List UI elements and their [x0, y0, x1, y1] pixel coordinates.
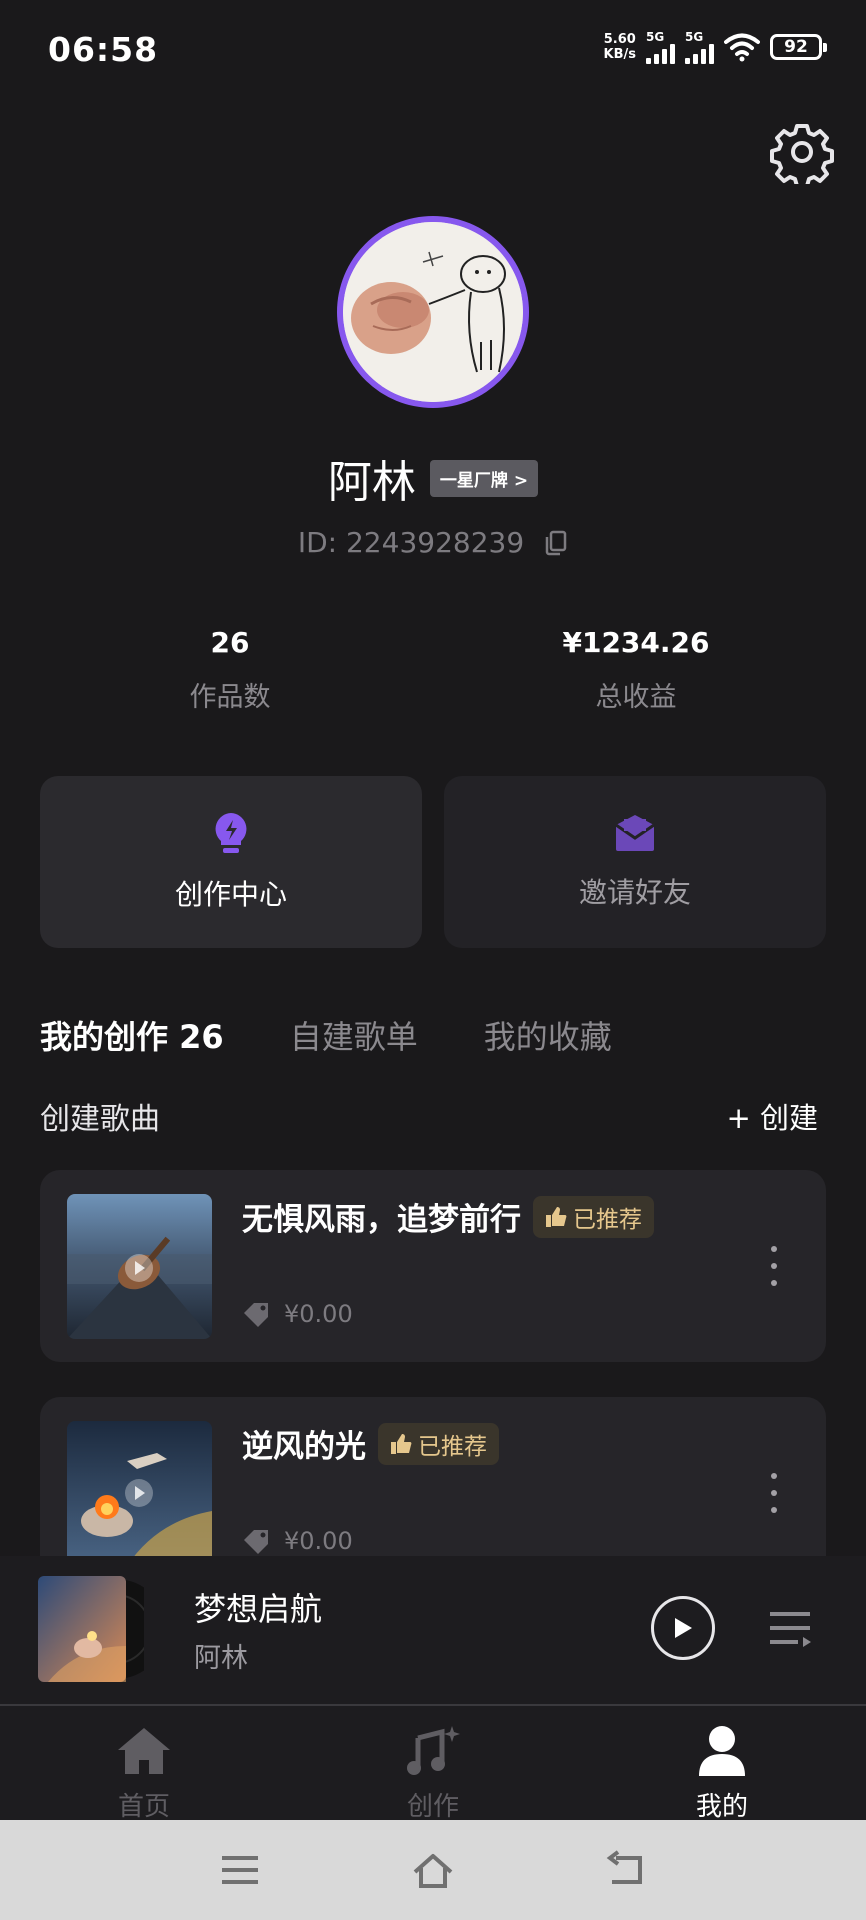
nav-profile[interactable]: 我的: [642, 1724, 802, 1823]
song-card[interactable]: 无惧风雨，追梦前行 已推荐 ¥0.00: [40, 1170, 826, 1362]
stat-works-label: 作品数: [189, 682, 271, 713]
song-title: 无惧风雨，追梦前行: [242, 1202, 521, 1238]
system-nav-bar: [0, 1820, 866, 1920]
create-song-button[interactable]: + 创建: [726, 1095, 826, 1137]
creation-center-label: 创作中心: [174, 878, 287, 911]
home-icon: [118, 1728, 170, 1774]
price-row: ¥0.00: [242, 1300, 353, 1328]
song-price: ¥0.00: [284, 1300, 353, 1328]
profile-icon: [699, 1726, 745, 1776]
mini-player[interactable]: 梦想启航 阿林: [0, 1556, 866, 1704]
battery-icon: 92: [770, 34, 827, 60]
thumbs-up-icon: [391, 1433, 412, 1454]
content-tabs: 我的创作 26 自建歌单 我的收藏: [40, 1012, 612, 1058]
username: 阿林: [327, 457, 416, 508]
nav-home[interactable]: 首页: [64, 1724, 224, 1823]
price-tag-icon: [244, 1530, 268, 1554]
stat-earnings-value: ¥1234.26: [562, 626, 710, 659]
player-song-title: 梦想启航: [194, 1590, 323, 1628]
playlist-icon[interactable]: [768, 1608, 812, 1648]
section-header: 创建歌曲 + 创建: [40, 1094, 826, 1138]
play-icon: [675, 1618, 692, 1638]
signal-1-icon: 5G: [646, 30, 675, 64]
recommended-badge: 已推荐: [533, 1195, 654, 1238]
bottom-nav: 首页 创作 我的: [0, 1706, 866, 1823]
user-id-row: ID: 2243928239: [0, 526, 866, 559]
stat-works[interactable]: 26 作品数: [80, 626, 380, 714]
tab-custom-playlists[interactable]: 自建歌单: [290, 1012, 418, 1058]
stat-works-value: 26: [210, 626, 250, 659]
price-tag-icon: [244, 1303, 268, 1327]
settings-gear-icon[interactable]: [770, 120, 834, 184]
music-create-icon: [407, 1726, 460, 1775]
lightbulb-icon: [215, 813, 247, 853]
song-cover: [67, 1421, 212, 1566]
song-title: 逆风的光: [242, 1429, 366, 1465]
player-cover: [38, 1576, 144, 1682]
home-button-icon[interactable]: [411, 1850, 455, 1890]
more-options-icon[interactable]: [770, 1473, 778, 1513]
back-icon[interactable]: [604, 1850, 648, 1890]
status-icons: 5.60 KB/s 5G 5G 92: [603, 30, 827, 64]
envelope-icon: [615, 815, 655, 851]
stat-earnings-label: 总收益: [595, 682, 677, 713]
recommended-badge: 已推荐: [378, 1422, 499, 1465]
username-row: 阿林 一星厂牌 >: [0, 446, 866, 510]
song-cover: [67, 1194, 212, 1339]
label-badge[interactable]: 一星厂牌 >: [429, 459, 539, 497]
tab-favorites[interactable]: 我的收藏: [484, 1012, 612, 1058]
nav-create[interactable]: 创作: [353, 1724, 513, 1823]
signal-2-icon: 5G: [685, 30, 714, 64]
stat-earnings[interactable]: ¥1234.26 总收益: [486, 626, 786, 714]
price-row: ¥0.00: [242, 1527, 353, 1555]
song-price: ¥0.00: [284, 1527, 353, 1555]
copy-icon[interactable]: [544, 530, 568, 556]
section-title: 创建歌曲: [40, 1102, 160, 1137]
creation-center-card[interactable]: 创作中心: [40, 776, 422, 948]
invite-friends-card[interactable]: 邀请好友: [444, 776, 826, 948]
thumbs-up-icon: [546, 1206, 567, 1227]
menu-icon[interactable]: [218, 1850, 262, 1890]
avatar[interactable]: [337, 216, 529, 408]
player-artist: 阿林: [194, 1643, 248, 1674]
wifi-icon: [724, 33, 760, 62]
tab-my-creations[interactable]: 我的创作 26: [40, 1012, 224, 1058]
status-time: 06:58: [48, 30, 159, 69]
network-speed: 5.60 KB/s: [603, 32, 636, 62]
more-options-icon[interactable]: [770, 1246, 778, 1286]
play-button[interactable]: [651, 1596, 715, 1660]
avatar-image: [343, 222, 523, 402]
invite-friends-label: 邀请好友: [578, 876, 691, 909]
user-id: ID: 2243928239: [297, 526, 525, 559]
